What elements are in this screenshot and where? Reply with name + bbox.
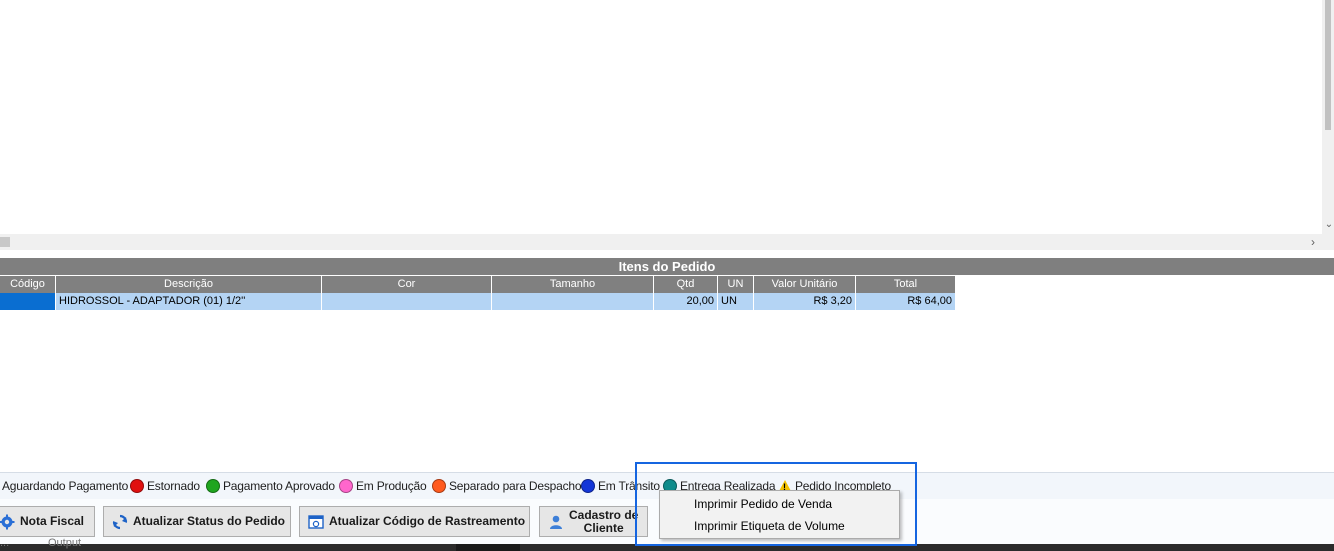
legend-em-transito: Em Trânsito bbox=[581, 479, 660, 493]
column-header-total[interactable]: Total bbox=[856, 276, 956, 293]
atualizar-status-label: Atualizar Status do Pedido bbox=[133, 514, 286, 528]
legend-label: Separado para Despacho bbox=[449, 479, 582, 493]
pink-status-dot-icon bbox=[339, 479, 353, 493]
bottom-strip-dark-segment bbox=[456, 544, 520, 551]
cadastro-cliente-label: Cadastro de Cliente bbox=[569, 507, 639, 535]
column-header-qtd[interactable]: Qtd bbox=[654, 276, 718, 293]
legend-estornado: Estornado bbox=[130, 479, 200, 493]
cell-un[interactable]: UN bbox=[718, 293, 754, 310]
order-list-area[interactable] bbox=[0, 0, 1322, 234]
cell-valor-unitario[interactable]: R$ 3,20 bbox=[754, 293, 856, 310]
cell-qtd[interactable]: 20,00 bbox=[654, 293, 718, 310]
user-icon bbox=[548, 514, 564, 530]
cell-codigo[interactable] bbox=[0, 293, 56, 310]
legend-aguardando-pagamento: Aguardando Pagamento bbox=[2, 479, 128, 493]
menu-item-imprimir-pedido[interactable]: Imprimir Pedido de Venda bbox=[661, 493, 898, 515]
column-header-cor[interactable]: Cor bbox=[322, 276, 492, 293]
legend-label: Em Produção bbox=[356, 479, 427, 493]
cell-cor[interactable] bbox=[322, 293, 492, 310]
vertical-scrollbar[interactable] bbox=[1322, 0, 1334, 234]
horizontal-scrollbar-thumb[interactable] bbox=[0, 237, 10, 247]
scroll-right-arrow-icon[interactable]: › bbox=[1306, 234, 1320, 250]
atualizar-rastreamento-label: Atualizar Código de Rastreamento bbox=[329, 514, 526, 528]
refresh-icon bbox=[112, 514, 128, 530]
green-status-dot-icon bbox=[206, 479, 220, 493]
cadastro-cliente-button[interactable]: Cadastro de Cliente bbox=[539, 506, 648, 537]
atualizar-status-button[interactable]: Atualizar Status do Pedido bbox=[103, 506, 291, 537]
items-grid[interactable]: Código Descrição Cor Tamanho Qtd UN Valo… bbox=[0, 276, 956, 310]
legend-label: Estornado bbox=[147, 479, 200, 493]
legend-pagamento-aprovado: Pagamento Aprovado bbox=[206, 479, 335, 493]
legend-label: Em Trânsito bbox=[598, 479, 660, 493]
blue-status-dot-icon bbox=[581, 479, 595, 493]
scroll-down-arrow-icon[interactable]: ⌄ bbox=[1324, 218, 1334, 232]
column-header-tamanho[interactable]: Tamanho bbox=[492, 276, 654, 293]
legend-label: Aguardando Pagamento bbox=[2, 479, 129, 493]
cell-total[interactable]: R$ 64,00 bbox=[856, 293, 956, 310]
nota-fiscal-button[interactable]: Nota Fiscal bbox=[0, 506, 95, 537]
legend-label: Pagamento Aprovado bbox=[223, 479, 335, 493]
column-header-codigo[interactable]: Código bbox=[0, 276, 56, 293]
menu-item-imprimir-etiqueta[interactable]: Imprimir Etiqueta de Volume bbox=[661, 515, 898, 537]
bottom-taskbar-strip bbox=[0, 544, 1334, 551]
table-row[interactable]: HIDROSSOL - ADAPTADOR (01) 1/2'' 20,00 U… bbox=[0, 293, 956, 310]
orange-status-dot-icon bbox=[432, 479, 446, 493]
cell-tamanho[interactable] bbox=[492, 293, 654, 310]
column-header-un[interactable]: UN bbox=[718, 276, 754, 293]
cadastro-cliente-line2: Cliente bbox=[583, 520, 624, 535]
cell-descricao[interactable]: HIDROSSOL - ADAPTADOR (01) 1/2'' bbox=[56, 293, 322, 310]
horizontal-scrollbar[interactable] bbox=[0, 234, 1334, 250]
bottom-strip-output-label: Output bbox=[48, 537, 82, 549]
grid-header-row: Código Descrição Cor Tamanho Qtd UN Valo… bbox=[0, 276, 956, 293]
vertical-scrollbar-thumb[interactable] bbox=[1325, 0, 1331, 130]
print-context-menu: Imprimir Pedido de Venda Imprimir Etique… bbox=[659, 490, 900, 539]
bottom-strip-text-left: ... bbox=[0, 537, 10, 549]
legend-separado-para-despacho: Separado para Despacho bbox=[432, 479, 582, 493]
nota-fiscal-label: Nota Fiscal bbox=[20, 514, 85, 528]
red-status-dot-icon bbox=[130, 479, 144, 493]
cadastro-cliente-line1: Cadastro de bbox=[569, 507, 639, 522]
gear-icon bbox=[0, 514, 15, 530]
legend-em-producao: Em Produção bbox=[339, 479, 427, 493]
items-panel-title: Itens do Pedido bbox=[0, 258, 1334, 275]
column-header-descricao[interactable]: Descrição bbox=[56, 276, 322, 293]
atualizar-rastreamento-button[interactable]: Atualizar Código de Rastreamento bbox=[299, 506, 530, 537]
window-refresh-icon bbox=[308, 514, 324, 530]
column-header-valor-unitario[interactable]: Valor Unitário bbox=[754, 276, 856, 293]
